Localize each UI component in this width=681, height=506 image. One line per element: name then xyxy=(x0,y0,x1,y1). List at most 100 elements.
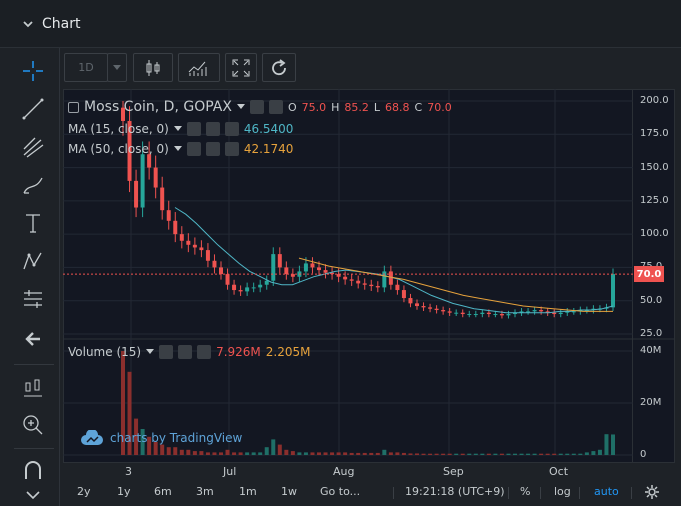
goto-date[interactable]: Go to... xyxy=(320,485,360,498)
ma15-legend[interactable]: MA (15, close, 0) 46.5400 xyxy=(68,122,293,136)
range-1m[interactable]: 1m xyxy=(239,485,257,498)
trend-line-tool[interactable] xyxy=(18,94,48,124)
volume-bar xyxy=(441,453,446,455)
crosshair-tool[interactable] xyxy=(18,56,48,86)
caret-down-icon[interactable] xyxy=(173,126,182,132)
watermark-text: charts by TradingView xyxy=(110,431,243,445)
volume-bar xyxy=(271,439,276,455)
gear-icon[interactable] xyxy=(205,122,220,136)
candle-body xyxy=(493,314,498,316)
zoom-icon xyxy=(23,415,43,435)
expand-tools[interactable] xyxy=(18,480,48,506)
volume-bar xyxy=(513,453,517,455)
volume-bar xyxy=(219,452,223,455)
candle-body xyxy=(486,312,491,315)
ohlc-low-value: 68.8 xyxy=(385,100,410,114)
candle-body xyxy=(362,283,367,285)
auto-toggle[interactable]: auto xyxy=(594,485,619,498)
text-tool[interactable] xyxy=(18,208,48,238)
ohlc-high-value: 85.2 xyxy=(344,100,369,114)
candle-body xyxy=(395,284,400,291)
measure-tool[interactable] xyxy=(18,284,48,314)
ohlc-close-label: C xyxy=(414,100,423,114)
range-1w[interactable]: 1w xyxy=(281,485,297,498)
volume-bar xyxy=(205,452,210,455)
volume-bar xyxy=(349,452,354,455)
candle-body xyxy=(434,308,439,311)
volume-bar xyxy=(565,453,570,455)
ma50-label: MA (50, close, 0) xyxy=(68,142,169,156)
chart-panel-header[interactable]: Chart xyxy=(0,0,681,48)
gear-icon[interactable] xyxy=(178,345,193,359)
candle-body xyxy=(467,314,472,316)
close-icon[interactable] xyxy=(197,345,212,359)
range-1y[interactable]: 1y xyxy=(117,485,131,498)
text-icon xyxy=(26,214,40,233)
candle-body xyxy=(317,267,321,271)
refresh-button[interactable] xyxy=(262,53,296,82)
volume-bar xyxy=(317,452,321,455)
volume-bar xyxy=(552,453,557,455)
volume-bar xyxy=(225,449,230,455)
gear-icon[interactable] xyxy=(205,142,220,156)
interval-select[interactable]: 1D xyxy=(64,53,108,82)
candle-body xyxy=(506,314,511,316)
chart-type-button[interactable] xyxy=(133,53,173,82)
indicators-button[interactable] xyxy=(178,53,220,82)
caret-down-icon[interactable] xyxy=(146,349,155,355)
footer-separator xyxy=(540,487,541,499)
caret-down-icon[interactable] xyxy=(173,146,182,152)
close-icon[interactable] xyxy=(224,122,239,136)
price-tick-label: 100.0 xyxy=(640,228,669,240)
footer-separator xyxy=(579,487,580,499)
eye-icon[interactable] xyxy=(249,100,264,114)
close-icon[interactable] xyxy=(224,142,239,156)
volume-bar xyxy=(212,452,217,455)
fullscreen-icon xyxy=(232,59,250,76)
candle-body xyxy=(277,254,282,268)
volume-bar xyxy=(401,452,406,455)
clock-time[interactable]: 19:21:18 (UTC+9) xyxy=(405,485,505,498)
pitchfork-tool[interactable] xyxy=(18,132,48,162)
tradingview-watermark[interactable]: charts by TradingView xyxy=(80,430,242,446)
fullscreen-button[interactable] xyxy=(225,53,257,82)
caret-down-icon[interactable] xyxy=(236,104,245,110)
eye-icon[interactable] xyxy=(186,142,201,156)
gear-icon[interactable] xyxy=(645,485,659,499)
long-position-tool[interactable] xyxy=(18,372,48,402)
range-6m[interactable]: 6m xyxy=(154,485,172,498)
ma50-legend[interactable]: MA (50, close, 0) 42.1740 xyxy=(68,142,293,156)
brush-icon xyxy=(23,177,43,194)
volume-bar xyxy=(532,453,537,455)
chevron-down-icon[interactable] xyxy=(22,18,34,30)
candle-body xyxy=(238,290,243,292)
percent-toggle[interactable]: % xyxy=(520,485,530,498)
volume-bar xyxy=(382,449,387,455)
log-toggle[interactable]: log xyxy=(554,485,571,498)
candle-body xyxy=(271,254,276,281)
volume-legend[interactable]: Volume (15) 7.926M 2.205M xyxy=(68,345,311,359)
eye-icon[interactable] xyxy=(186,122,201,136)
interval-dropdown[interactable] xyxy=(107,53,127,82)
gear-icon[interactable] xyxy=(268,100,283,114)
zoom-tool[interactable] xyxy=(18,410,48,440)
volume-bar xyxy=(251,452,256,455)
volume-tick-label: 40M xyxy=(640,345,662,356)
eye-icon[interactable] xyxy=(159,345,174,359)
candle-body xyxy=(153,167,158,188)
symbol-legend[interactable]: Moss Coin, D, GOPAX O 75.0 H 85.2 L 68.8 C7… xyxy=(68,99,452,115)
volume-value-1: 7.926M xyxy=(216,345,261,359)
back-arrow-tool[interactable] xyxy=(18,324,48,354)
ohlc-open-value: 75.0 xyxy=(301,100,327,114)
volume-bar xyxy=(545,453,550,455)
candle-body xyxy=(499,314,504,316)
range-2y[interactable]: 2y xyxy=(77,485,91,498)
pattern-tool[interactable] xyxy=(18,246,48,276)
candle-body xyxy=(186,240,191,245)
time-tick-label: Sep xyxy=(443,465,464,478)
candle-body xyxy=(147,154,152,168)
range-3m[interactable]: 3m xyxy=(196,485,214,498)
volume-label: Volume (15) xyxy=(68,345,142,359)
brush-tool[interactable] xyxy=(18,170,48,200)
collapse-legend-icon[interactable] xyxy=(68,101,79,113)
